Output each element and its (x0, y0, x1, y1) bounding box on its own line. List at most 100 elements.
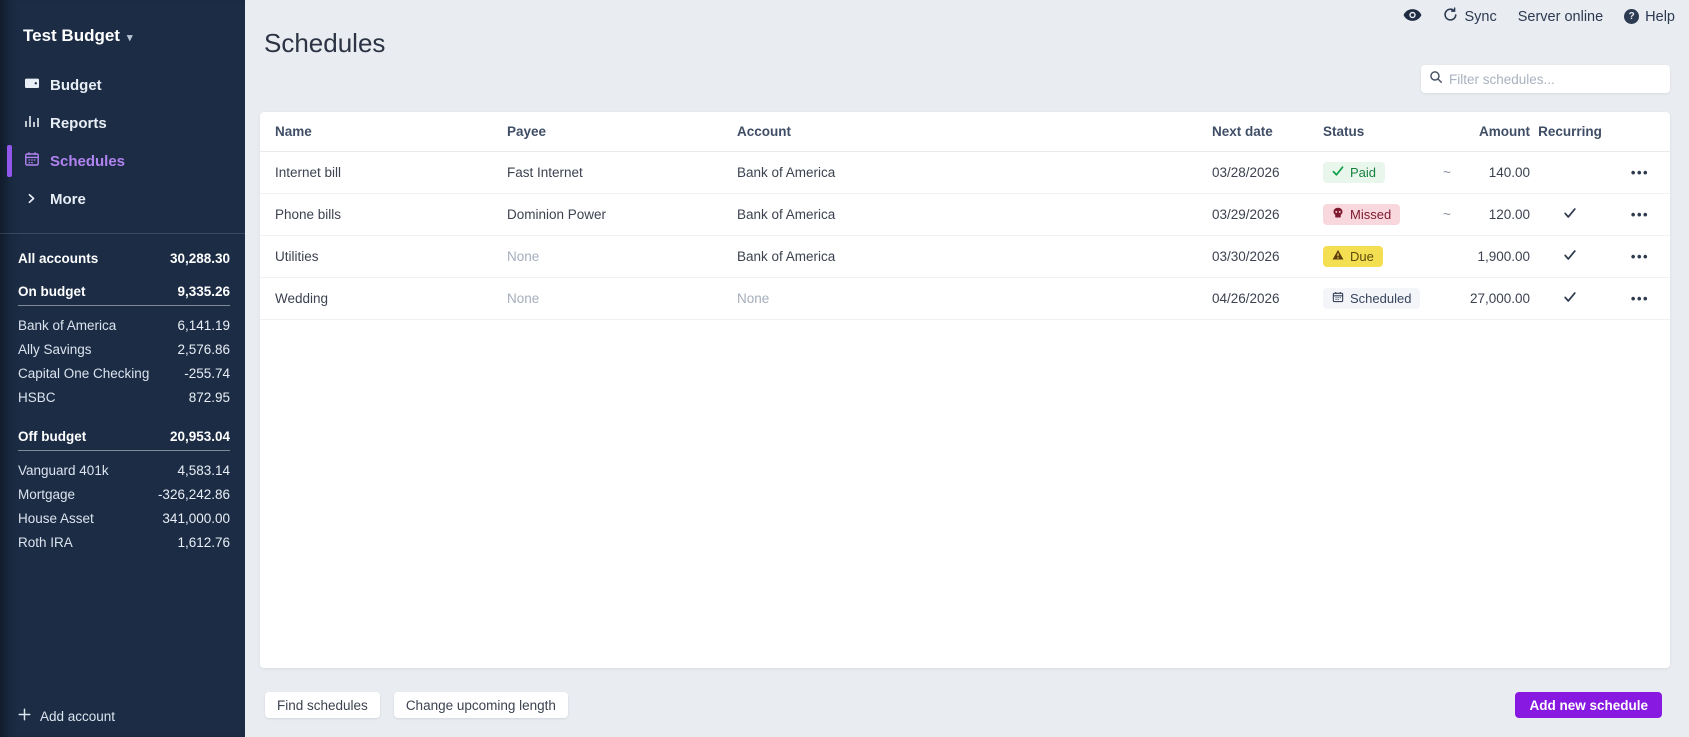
add-new-schedule-button[interactable]: Add new schedule (1515, 692, 1662, 718)
status-label: Missed (1350, 207, 1391, 222)
sync-icon (1443, 7, 1458, 26)
table-row[interactable]: Phone bills Dominion Power Bank of Ameri… (260, 194, 1670, 236)
account-row-vanguard-401k[interactable]: Vanguard 401k 4,583.14 (18, 458, 230, 482)
off-budget-header[interactable]: Off budget 20,953.04 (18, 429, 230, 451)
approx-indicator: ~ (1443, 165, 1470, 180)
schedule-amount: 120.00 (1470, 207, 1530, 222)
add-account-button[interactable]: Add account (18, 708, 115, 724)
sidebar-item-reports[interactable]: Reports (0, 104, 245, 142)
sidebar-item-label: More (50, 191, 86, 208)
plus-icon (18, 708, 31, 724)
calendar-icon (1332, 291, 1344, 306)
status-label: Scheduled (1350, 291, 1411, 306)
eye-icon (1403, 8, 1422, 26)
row-menu-button[interactable]: ••• (1631, 165, 1649, 180)
schedule-name: Phone bills (275, 207, 507, 222)
table-row[interactable]: Internet bill Fast Internet Bank of Amer… (260, 152, 1670, 194)
column-header-amount: Amount (1470, 124, 1530, 139)
schedules-table: Name Payee Account Next date Status Amou… (260, 112, 1670, 668)
server-status[interactable]: Server online (1518, 9, 1603, 25)
status-label: Paid (1350, 165, 1376, 180)
schedule-account: Bank of America (737, 207, 1212, 222)
accounts-list: All accounts 30,288.30 On budget 9,335.2… (0, 233, 245, 554)
account-label: HSBC (18, 390, 56, 405)
account-balance: 6,141.19 (177, 318, 230, 333)
account-balance: 30,288.30 (170, 251, 230, 266)
recurring-check-icon (1563, 208, 1577, 223)
account-balance: 4,583.14 (177, 463, 230, 478)
account-label: Capital One Checking (18, 366, 149, 381)
column-header-name: Name (275, 124, 507, 139)
privacy-eye-button[interactable] (1403, 8, 1422, 26)
schedule-next-date: 03/28/2026 (1212, 165, 1323, 180)
account-label: Ally Savings (18, 342, 92, 357)
group-label: On budget (18, 284, 86, 299)
account-balance: -326,242.86 (158, 487, 230, 502)
account-row-house-asset[interactable]: House Asset 341,000.00 (18, 506, 230, 530)
table-header-row: Name Payee Account Next date Status Amou… (260, 112, 1670, 152)
account-label: Bank of America (18, 318, 116, 333)
schedule-name: Internet bill (275, 165, 507, 180)
schedule-next-date: 04/26/2026 (1212, 291, 1323, 306)
question-mark-icon: ? (1624, 9, 1639, 24)
sidebar-nav: Budget Reports Schedules More (0, 66, 245, 218)
table-row[interactable]: Utilities None Bank of America 03/30/202… (260, 236, 1670, 278)
sync-button[interactable]: Sync (1443, 7, 1496, 26)
sync-label: Sync (1464, 9, 1496, 25)
account-row-bank-of-america[interactable]: Bank of America 6,141.19 (18, 313, 230, 337)
status-label: Due (1350, 249, 1374, 264)
group-balance: 20,953.04 (170, 429, 230, 444)
calendar-icon (24, 151, 40, 171)
page-title: Schedules (264, 28, 385, 59)
sidebar: Test Budget ▾ Budget Reports Schedule (0, 0, 245, 737)
column-header-status: Status (1323, 124, 1443, 139)
table-row[interactable]: Wedding None None 04/26/2026 Scheduled 2… (260, 278, 1670, 320)
chevron-down-icon: ▾ (127, 29, 133, 44)
schedule-payee: Fast Internet (507, 165, 737, 180)
schedule-payee: None (507, 249, 737, 264)
recurring-check-icon (1563, 250, 1577, 265)
account-row-hsbc[interactable]: HSBC 872.95 (18, 385, 230, 409)
warning-icon (1332, 249, 1344, 264)
find-schedules-button[interactable]: Find schedules (265, 692, 380, 718)
sidebar-item-schedules[interactable]: Schedules (0, 142, 245, 180)
change-upcoming-length-button[interactable]: Change upcoming length (394, 692, 568, 718)
add-account-label: Add account (40, 709, 115, 724)
sidebar-item-label: Reports (50, 115, 107, 132)
filter-schedules-input[interactable] (1449, 72, 1662, 87)
check-icon (1332, 165, 1344, 180)
column-header-next-date: Next date (1212, 124, 1323, 139)
help-button[interactable]: ? Help (1624, 9, 1675, 25)
account-label: Mortgage (18, 487, 75, 502)
row-menu-button[interactable]: ••• (1631, 249, 1649, 264)
schedule-next-date: 03/30/2026 (1212, 249, 1323, 264)
account-label: Roth IRA (18, 535, 73, 550)
all-accounts-row[interactable]: All accounts 30,288.30 (18, 251, 230, 266)
account-row-capital-one-checking[interactable]: Capital One Checking -255.74 (18, 361, 230, 385)
schedule-payee: Dominion Power (507, 207, 737, 222)
column-header-payee: Payee (507, 124, 737, 139)
schedule-account: Bank of America (737, 165, 1212, 180)
schedule-amount: 1,900.00 (1470, 249, 1530, 264)
help-label: Help (1645, 9, 1675, 25)
recurring-check-icon (1563, 292, 1577, 307)
status-badge: Due (1323, 246, 1383, 267)
account-row-ally-savings[interactable]: Ally Savings 2,576.86 (18, 337, 230, 361)
row-menu-button[interactable]: ••• (1631, 207, 1649, 222)
account-label: All accounts (18, 251, 98, 266)
app-window: Test Budget ▾ Budget Reports Schedule (0, 0, 1689, 737)
schedule-account: Bank of America (737, 249, 1212, 264)
account-row-roth-ira[interactable]: Roth IRA 1,612.76 (18, 530, 230, 554)
status-badge: Scheduled (1323, 288, 1420, 309)
sidebar-item-more[interactable]: More (0, 180, 245, 218)
account-label: Vanguard 401k (18, 463, 109, 478)
column-header-recurring: Recurring (1530, 124, 1610, 139)
on-budget-header[interactable]: On budget 9,335.26 (18, 284, 230, 306)
schedule-next-date: 03/29/2026 (1212, 207, 1323, 222)
account-row-mortgage[interactable]: Mortgage -326,242.86 (18, 482, 230, 506)
budget-switcher[interactable]: Test Budget ▾ (0, 0, 245, 46)
wallet-icon (24, 75, 40, 95)
sidebar-item-budget[interactable]: Budget (0, 66, 245, 104)
skull-icon (1332, 207, 1344, 222)
row-menu-button[interactable]: ••• (1631, 291, 1649, 306)
